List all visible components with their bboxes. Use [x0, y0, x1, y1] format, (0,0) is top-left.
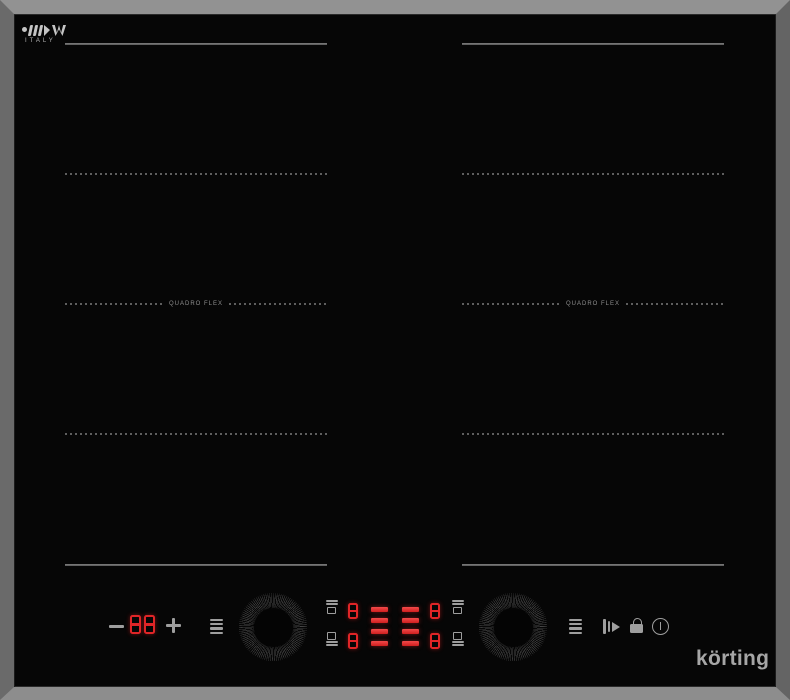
zone-bridge-icon: [451, 600, 464, 614]
plus-icon[interactable]: [166, 618, 181, 633]
zone-line: [65, 173, 327, 175]
cooktop-photo: ITALY QUADRO FLEX QUAD: [0, 0, 790, 700]
zone-line: [462, 43, 724, 45]
zone-line: [462, 564, 724, 566]
zone-bridge-icon: [451, 632, 464, 646]
child-lock-icon[interactable]: [630, 618, 644, 634]
power-levels-icon[interactable]: [210, 619, 223, 634]
zone-line: [65, 433, 327, 435]
power-level-display: [130, 615, 155, 634]
cooktop-frame: ITALY QUADRO FLEX QUAD: [0, 0, 790, 700]
bridge-bar: [371, 641, 388, 646]
left-control-knob[interactable]: [239, 593, 307, 661]
brand-glyphs-icon: [22, 23, 80, 36]
bridge-bar: [402, 629, 419, 634]
bridge-bar: [402, 641, 419, 646]
zone-line: [462, 173, 724, 175]
quadro-flex-label: QUADRO FLEX: [566, 301, 620, 307]
zone-digit: [348, 633, 358, 649]
minus-icon[interactable]: [109, 625, 124, 628]
bridge-bar: [402, 607, 419, 612]
bridge-bar: [402, 618, 419, 623]
zone-line: [65, 43, 327, 45]
zone-digit: [348, 603, 358, 619]
made-in-italy-logo: ITALY: [22, 23, 80, 44]
zone-bridge-icon: [325, 600, 338, 614]
seven-segment-digit: [144, 615, 155, 634]
zone-line: QUADRO FLEX: [65, 300, 327, 308]
zone-digit: [430, 603, 440, 619]
zone-digit: [430, 633, 440, 649]
quadro-flex-label: QUADRO FLEX: [169, 301, 223, 307]
bridge-bar: [371, 629, 388, 634]
bridge-bar: [371, 618, 388, 623]
glass-surface: ITALY QUADRO FLEX QUAD: [14, 14, 776, 687]
on-off-icon[interactable]: [652, 618, 669, 635]
zone-line: [65, 564, 327, 566]
korting-logo: körting: [696, 647, 769, 671]
seven-segment-digit: [130, 615, 141, 634]
right-control-knob[interactable]: [479, 593, 547, 661]
zone-bridge-icon: [325, 632, 338, 646]
zone-line: [462, 433, 724, 435]
boost-icon[interactable]: [603, 619, 620, 634]
bridge-bar: [371, 607, 388, 612]
power-levels-icon[interactable]: [569, 619, 582, 634]
zone-line: QUADRO FLEX: [462, 300, 724, 308]
